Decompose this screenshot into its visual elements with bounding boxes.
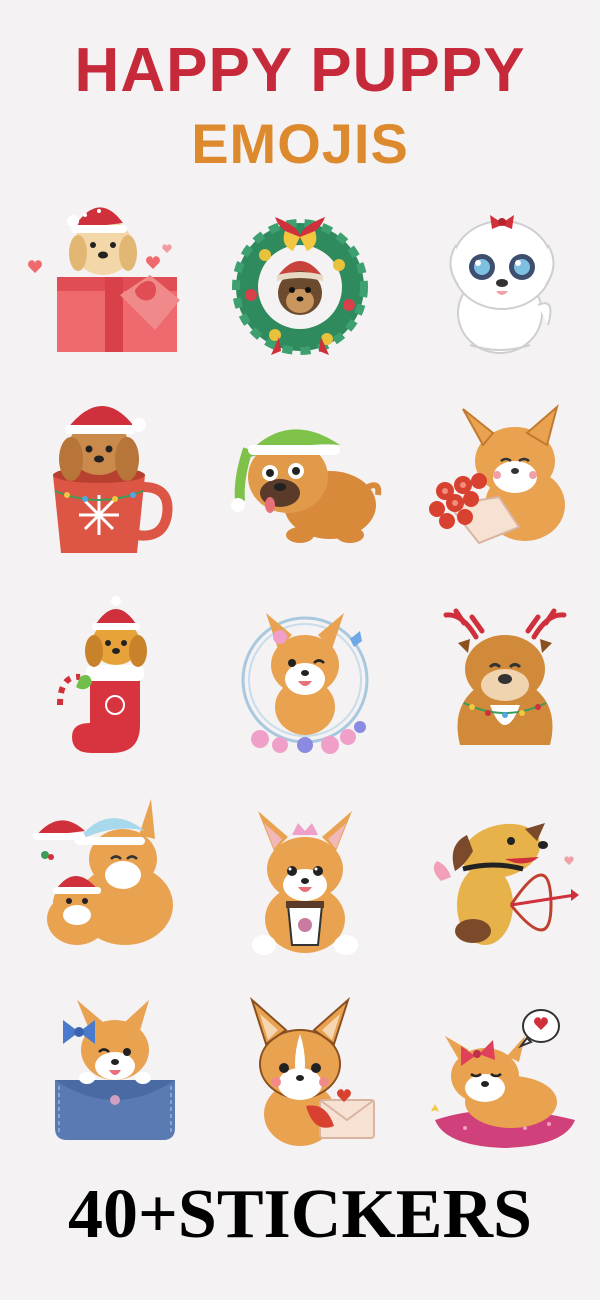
corgi-hug-sticker[interactable] xyxy=(15,795,185,965)
corgi-coffee-sticker[interactable] xyxy=(220,795,390,965)
puppy-stocking-sticker[interactable] xyxy=(40,595,210,765)
corgi-flower-wreath-sticker[interactable] xyxy=(220,595,390,765)
white-puppy-bow-sticker[interactable] xyxy=(420,195,590,365)
pug-elf-hat-sticker[interactable] xyxy=(220,395,390,565)
corgi-pocket-sticker[interactable] xyxy=(15,990,185,1160)
sticker-grid xyxy=(0,190,600,1150)
puppy-christmas-wreath-sticker[interactable] xyxy=(215,195,385,365)
title-line-2: EMOJIS xyxy=(191,112,409,175)
bulldog-reindeer-sticker[interactable] xyxy=(420,595,590,765)
corgi-pillow-sticker[interactable] xyxy=(415,990,585,1160)
sticker-count-label: 40+STICKERS xyxy=(68,1176,532,1253)
corgi-letter-sticker[interactable] xyxy=(220,990,390,1160)
cupid-dog-sticker[interactable] xyxy=(415,795,585,965)
title-line-1: HAPPY PUPPY xyxy=(74,36,526,105)
corgi-roses-sticker[interactable] xyxy=(415,395,585,565)
puppy-mug-sticker[interactable] xyxy=(15,395,185,565)
puppy-gift-box-sticker[interactable] xyxy=(15,195,185,365)
